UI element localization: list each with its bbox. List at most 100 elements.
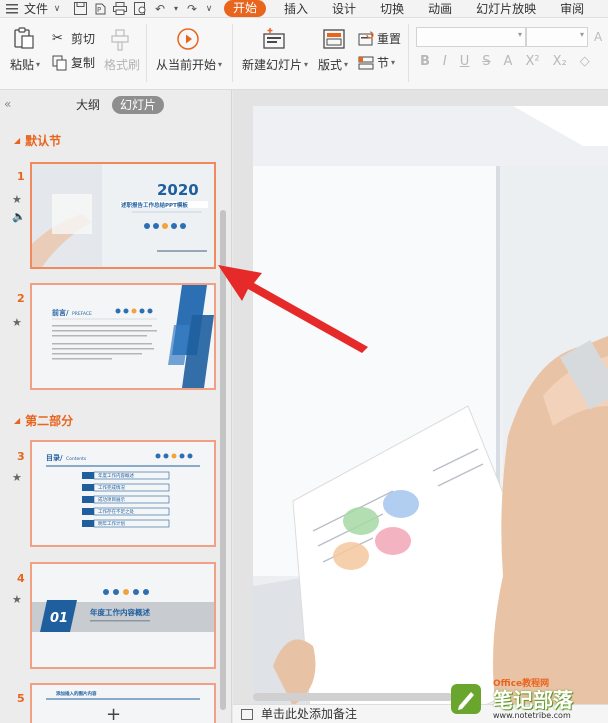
font-name-combo[interactable]: ▾ xyxy=(416,27,526,47)
chevron-down-icon[interactable]: ▾ xyxy=(518,30,522,39)
tab-design[interactable]: 设计 xyxy=(320,0,368,18)
collapse-section-icon[interactable]: ◢ xyxy=(14,416,20,425)
clear-format-icon[interactable]: ◇ xyxy=(580,54,590,69)
notes-icon xyxy=(241,709,253,720)
superscript-icon[interactable]: X² xyxy=(525,54,539,69)
font-color-icon[interactable]: A xyxy=(504,54,513,69)
tab-outline[interactable]: 大纲 xyxy=(68,96,108,114)
hamburger-icon[interactable] xyxy=(4,1,20,17)
tab-transition[interactable]: 切换 xyxy=(368,0,416,18)
slide1-year: 2020 xyxy=(157,181,199,199)
copy-label: 复制 xyxy=(71,56,96,70)
collapse-section-icon[interactable]: ◢ xyxy=(14,136,20,145)
undo-icon[interactable]: ↶ xyxy=(152,1,168,17)
slide-number: 5 xyxy=(17,692,25,705)
cut-label: 剪切 xyxy=(71,32,96,46)
format-painter-icon[interactable] xyxy=(108,28,132,52)
slide-number: 1 xyxy=(17,170,25,183)
from-current-label: 从当前开始 xyxy=(156,58,217,72)
panel-tabs: « 大纲 幻灯片 xyxy=(0,90,232,120)
paste-button[interactable]: 粘贴 ▾ xyxy=(10,56,40,73)
slide3-item: 工作完成情况 xyxy=(98,484,125,491)
from-current-button[interactable]: 从当前开始 ▾ xyxy=(156,56,222,73)
horizontal-scrollbar[interactable] xyxy=(253,693,453,701)
underline-icon[interactable]: U xyxy=(460,54,470,69)
section-icon xyxy=(358,56,374,69)
new-slide-label: 新建幻灯片 xyxy=(242,58,303,72)
slide-thumbnail-2[interactable]: 前言/ PREFACE xyxy=(30,283,216,390)
menu-bar: 文件 ∨ P ↶ ▾ ↷ ∨ 开始 插入 设计 切换 动画 幻灯片放映 审阅 xyxy=(0,0,608,18)
slide-photo xyxy=(253,106,608,723)
audio-icon[interactable]: 🔈 xyxy=(12,210,26,223)
animation-star-icon[interactable]: ★ xyxy=(12,193,22,206)
reset-button[interactable]: 重置 xyxy=(358,30,401,47)
tab-insert[interactable]: 插入 xyxy=(272,0,320,18)
chevron-down-icon[interactable]: ▾ xyxy=(580,30,584,39)
tab-slideshow[interactable]: 幻灯片放映 xyxy=(464,0,548,18)
print-icon[interactable] xyxy=(112,1,128,17)
save-icon[interactable] xyxy=(72,1,88,17)
notes-placeholder: 单击此处添加备注 xyxy=(261,707,358,721)
animation-star-icon[interactable]: ★ xyxy=(12,471,22,484)
reset-label: 重置 xyxy=(377,32,402,46)
watermark-badge: Office教程网 xyxy=(493,679,550,689)
animation-star-icon[interactable]: ★ xyxy=(12,316,22,329)
animation-star-icon[interactable]: ★ xyxy=(12,593,22,606)
slide-number: 4 xyxy=(17,572,25,585)
slide3-item: 工作存在不足之处 xyxy=(98,508,134,515)
section-default-label: 默认节 xyxy=(25,134,62,148)
slide-thumbnail-5[interactable]: 添加插入的图片内容 xyxy=(30,683,216,723)
section-button[interactable]: 节 ▾ xyxy=(358,54,395,71)
layout-icon[interactable] xyxy=(322,27,346,51)
strikethrough-icon[interactable]: S xyxy=(482,54,490,69)
ribbon-divider xyxy=(146,24,147,82)
slide4-title: 年度工作内容概述 xyxy=(90,607,150,617)
tab-animation[interactable]: 动画 xyxy=(416,0,464,18)
paste-icon[interactable] xyxy=(12,26,36,50)
file-menu[interactable]: 文件 xyxy=(24,0,48,17)
cut-button[interactable]: ✂ 剪切 xyxy=(52,30,95,47)
format-painter-button[interactable]: 格式刷 xyxy=(104,56,140,73)
chevron-down-icon[interactable]: ∨ xyxy=(52,1,62,17)
slide2-subtitle: PREFACE xyxy=(72,311,92,317)
tab-review[interactable]: 审阅 xyxy=(548,0,584,18)
new-slide-icon[interactable] xyxy=(262,27,286,51)
slide1-title: 述职报告工作总结PPT模板 xyxy=(121,201,188,209)
scissors-icon: ✂ xyxy=(52,30,63,46)
tab-slides[interactable]: 幻灯片 xyxy=(112,96,165,114)
section-default[interactable]: ◢ 默认节 xyxy=(14,132,61,149)
font-size-combo[interactable]: ▾ xyxy=(526,27,588,47)
section-second-label: 第二部分 xyxy=(25,414,74,428)
watermark-logo xyxy=(451,684,481,714)
slide-number: 3 xyxy=(17,450,25,463)
redo-icon[interactable]: ↷ xyxy=(184,1,200,17)
italic-icon[interactable]: I xyxy=(443,54,447,69)
tab-home[interactable]: 开始 xyxy=(224,0,267,17)
grow-font-icon[interactable]: A xyxy=(594,30,602,44)
preview-icon[interactable] xyxy=(132,1,148,17)
slide-canvas[interactable] xyxy=(253,106,608,723)
collapse-panel-icon[interactable]: « xyxy=(4,97,11,111)
add-slide-icon[interactable]: + xyxy=(106,704,121,723)
bold-icon[interactable]: B xyxy=(420,54,430,69)
slide-thumbnail-3[interactable]: 目录/ Contents 年度工作内容概述 工作完成情况 成功项目展示 工作存在… xyxy=(30,440,216,547)
slide3-item: 明年工作计划 xyxy=(98,520,125,527)
section-label: 节 xyxy=(377,56,390,70)
copy-button[interactable]: 复制 xyxy=(52,54,95,71)
layout-button[interactable]: 版式 ▾ xyxy=(318,56,348,73)
section-second[interactable]: ◢ 第二部分 xyxy=(14,412,73,429)
new-slide-button[interactable]: 新建幻灯片 ▾ xyxy=(242,56,308,73)
export-icon[interactable]: P xyxy=(92,1,108,17)
reset-icon xyxy=(358,30,374,45)
slide5-title: 添加插入的图片内容 xyxy=(56,690,97,697)
undo-dropdown-icon[interactable]: ▾ xyxy=(172,1,180,17)
ribbon-divider xyxy=(232,24,233,82)
play-icon[interactable] xyxy=(176,27,200,51)
slide-thumbnail-4[interactable]: 01 年度工作内容概述 xyxy=(30,562,216,669)
quick-access-dropdown-icon[interactable]: ∨ xyxy=(204,1,214,17)
slide-thumbnail-1[interactable]: 2020 述职报告工作总结PPT模板 xyxy=(30,162,216,269)
subscript-icon[interactable]: X₂ xyxy=(553,54,567,69)
ribbon-divider xyxy=(408,24,409,82)
layout-label: 版式 xyxy=(318,58,343,72)
copy-icon xyxy=(52,55,67,70)
